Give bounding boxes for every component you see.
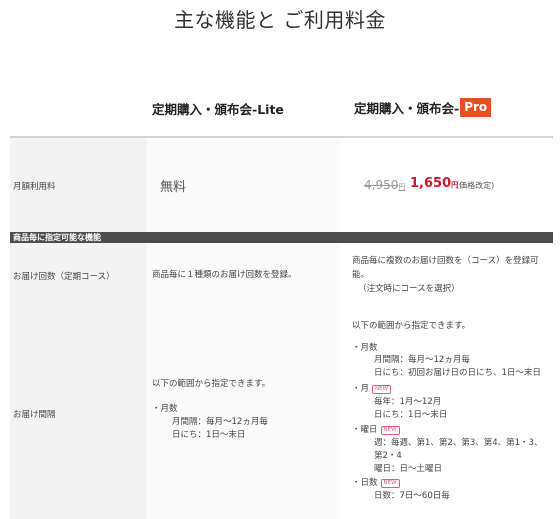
pro-month-line: 月間隔：毎月～12ヵ月毎 (374, 355, 470, 365)
pro-week-line: 週：毎週、第1、第2、第3、第4、第1・3、 (374, 438, 543, 448)
lite-cell-monthly: 無料 (146, 138, 340, 232)
pro-days-head: ・日数 NEW (352, 477, 400, 490)
section-header-label: 商品毎に指定可能な機能 (13, 233, 101, 242)
pro-days-line: 日数：7日～60日毎 (374, 491, 450, 501)
table-row-monthly-fee: 月額利用料 無料 4,950円 1,650円 (価格改定) (10, 138, 553, 233)
pro-course-line: 能。 (352, 270, 370, 280)
table-row-delivery-count: お届け回数（定期コース） 商品毎に１種類のお届け回数を登録。 商品毎に複数のお届… (10, 243, 553, 310)
row-label-cell: お届け間隔 (10, 309, 146, 519)
lite-interval-line: 月間隔：毎月～12ヵ月毎 (172, 417, 268, 427)
lite-course-text: 商品毎に１種類のお届け回数を登録。 (152, 270, 297, 280)
row-label-interval: お届け間隔 (13, 410, 56, 420)
plan-lite-heading: 定期購入・頒布会-Lite (152, 102, 284, 117)
pro-year-line: 日にち：1日～末日 (374, 410, 448, 420)
row-label-cell: 月額利用料 (10, 138, 146, 232)
new-badge: NEW (380, 479, 400, 488)
pro-course-line: （注文時にコースを選択） (358, 284, 460, 294)
row-label-cell: お届け回数（定期コース） (10, 243, 146, 309)
pro-cell-interval: 以下の範囲から指定できます。 ・月数 月間隔：毎月～12ヵ月毎 日にち：初回お届… (340, 309, 553, 519)
lite-interval-month-head: ・月数 (152, 404, 178, 414)
lite-interval-line: 日にち：1日～末日 (172, 430, 246, 440)
pro-cell-monthly: 4,950円 1,650円 (価格改定) (340, 138, 553, 232)
pro-year-line: 毎年：1月～12月 (374, 397, 442, 407)
pro-interval-intro: 以下の範囲から指定できます。 (352, 321, 471, 331)
pro-price-note: (価格改定) (456, 181, 495, 190)
pro-week-line: 曜日：日～土曜日 (374, 464, 443, 474)
section-header: 商品毎に指定可能な機能 (10, 232, 553, 243)
row-label-course: お届け回数（定期コース） (13, 272, 115, 282)
pro-month-line: 日にち：初回お届け日の日にち、1日～末日 (374, 368, 541, 378)
pro-new-price: 1,650円 (410, 176, 459, 191)
row-label-monthly: 月額利用料 (13, 182, 56, 192)
lite-cell-interval: 以下の範囲から指定できます。 ・月数 月間隔：毎月～12ヵ月毎 日にち：1日～末… (146, 309, 340, 519)
pro-course-line: 商品毎に複数のお届け回数を（コース）を登録可 (352, 256, 539, 266)
pro-badge: Pro (460, 98, 492, 117)
pro-week-line: 第2・4 (374, 451, 402, 461)
pro-cell-course: 商品毎に複数のお届け回数を（コース）を登録可 能。 （注文時にコースを選択） (340, 243, 553, 309)
new-badge: NEW (380, 426, 400, 435)
page-title: 主な機能と ご利用料金 (174, 8, 386, 32)
lite-interval-intro: 以下の範囲から指定できます。 (152, 379, 271, 389)
table-row-delivery-interval: お届け間隔 以下の範囲から指定できます。 ・月数 月間隔：毎月～12ヵ月毎 日に… (10, 309, 553, 519)
new-badge: NEW (372, 385, 392, 394)
plan-pro-name: 定期購入・頒布会- (354, 101, 460, 116)
pro-old-price: 4,950円 (364, 178, 406, 192)
pro-week-head: ・曜日 NEW (352, 424, 400, 437)
plan-pro-heading: 定期購入・頒布会- Pro (354, 98, 492, 117)
pro-year-head: ・月 NEW (352, 383, 392, 396)
lite-cell-course: 商品毎に１種類のお届け回数を登録。 (146, 243, 340, 309)
lite-monthly-value: 無料 (160, 180, 187, 195)
